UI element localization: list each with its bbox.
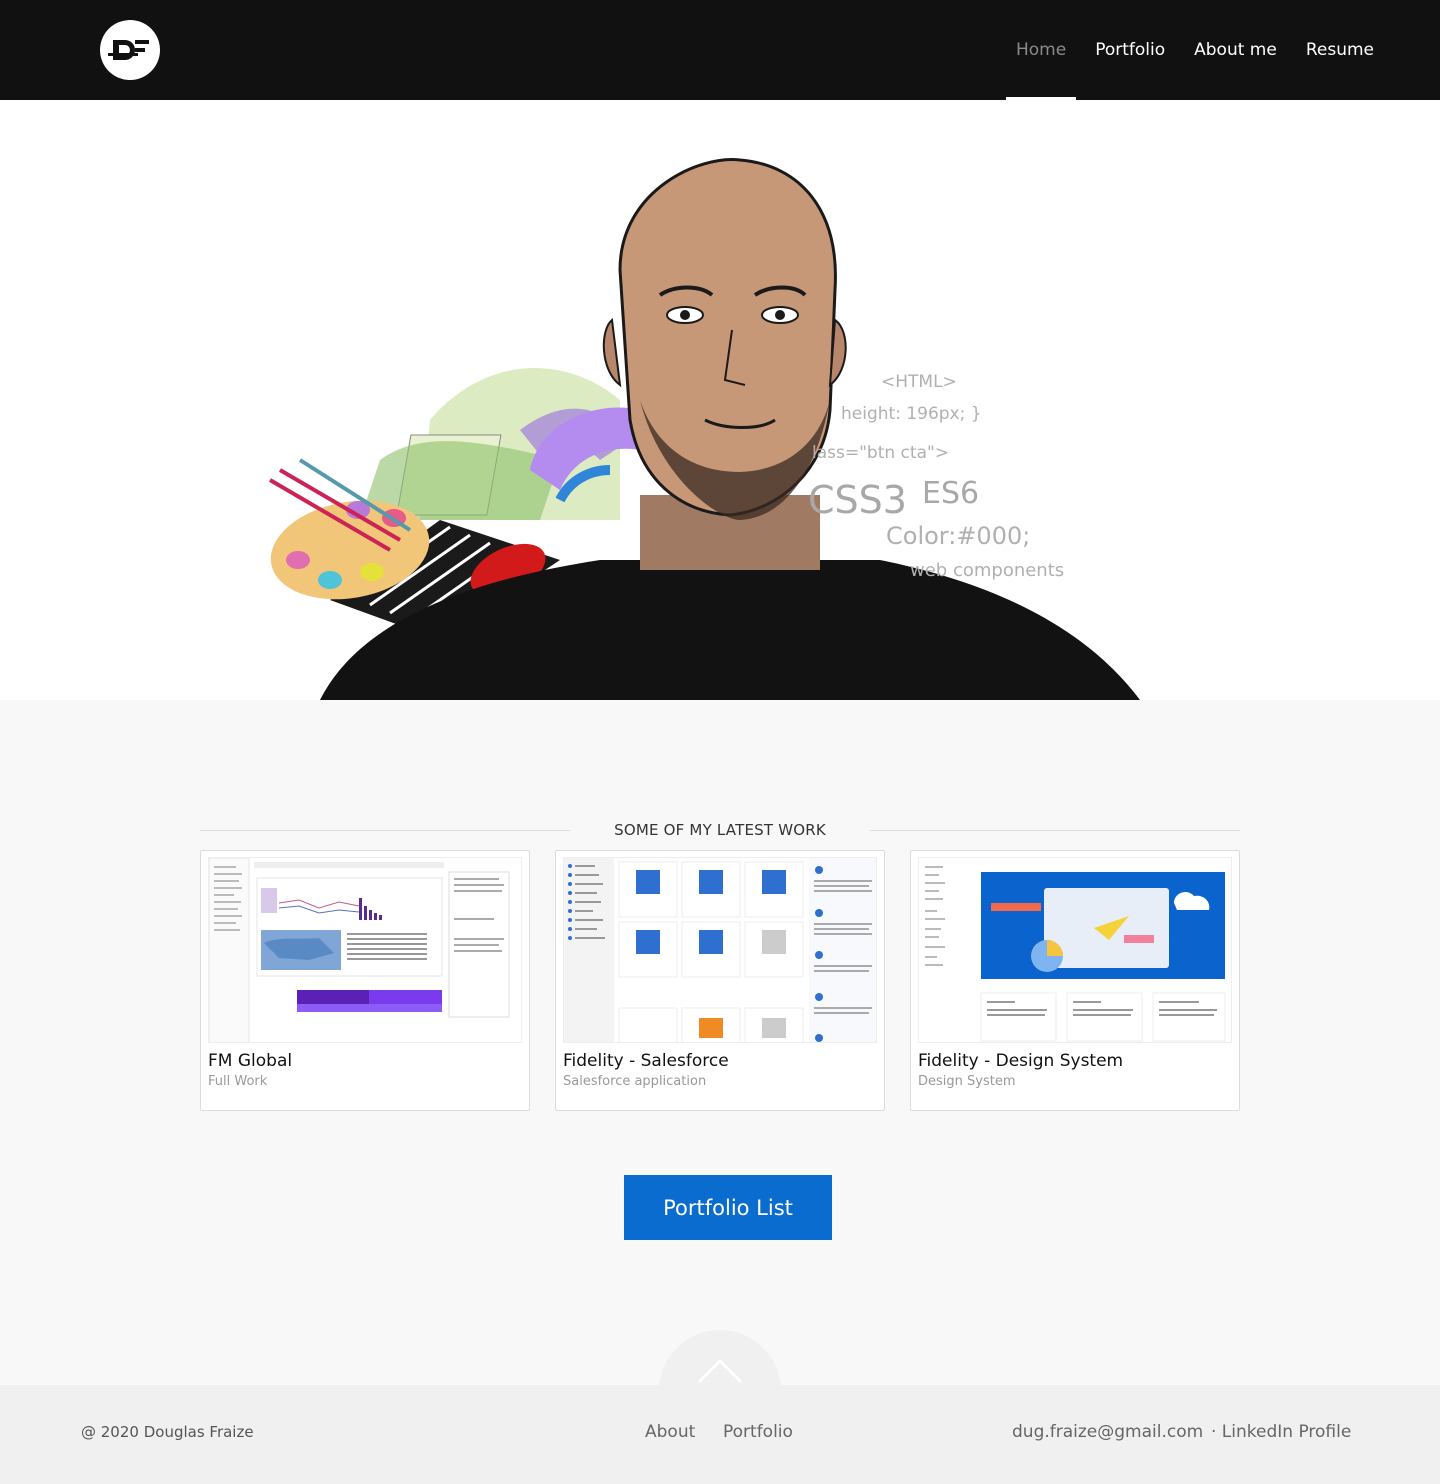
design-system-screenshot-image xyxy=(919,858,1226,1042)
code-snippet-web-components: web components xyxy=(910,560,1065,581)
work-card-fidelity-salesforce[interactable]: Fidelity - Salesforce Salesforce applica… xyxy=(555,850,885,1111)
code-snippet-es6: ES6 xyxy=(922,476,980,511)
code-snippet-color: Color:#000; xyxy=(886,522,1031,550)
latest-work-heading: SOME OF MY LATEST WORK xyxy=(200,820,1240,840)
footer-link-portfolio[interactable]: Portfolio xyxy=(723,1422,793,1442)
df-logo-icon xyxy=(108,40,149,60)
work-card-fm-global[interactable]: FM Global Full Work xyxy=(200,850,530,1111)
work-card-fidelity-design-system[interactable]: Fidelity - Design System Design System xyxy=(910,850,1240,1111)
footer-link-about[interactable]: About xyxy=(645,1422,695,1442)
card-subtitle: Salesforce application xyxy=(563,1074,707,1089)
copyright-text: @ 2020 Douglas Fraize xyxy=(81,1423,254,1441)
site-logo[interactable] xyxy=(100,20,160,80)
fidelity-design-system-thumbnail xyxy=(918,857,1232,1043)
card-title: Fidelity - Salesforce xyxy=(563,1051,729,1071)
card-title: Fidelity - Design System xyxy=(918,1051,1124,1071)
portfolio-list-button[interactable]: Portfolio List xyxy=(624,1175,832,1240)
code-snippet-class: lass="btn cta"> xyxy=(812,443,950,463)
code-snippet-height: height: 196px; } xyxy=(841,404,982,424)
work-cards: FM Global Full Work Fidelity - Salesforc… xyxy=(200,850,1240,1111)
card-subtitle: Design System xyxy=(918,1074,1016,1089)
dashboard-screenshot-image xyxy=(209,858,510,1042)
site-footer: @ 2020 Douglas Fraize About Portfolio du… xyxy=(0,1385,1440,1484)
card-subtitle: Full Work xyxy=(208,1074,268,1089)
nav-about-me[interactable]: About me xyxy=(1194,0,1277,100)
nav-resume[interactable]: Resume xyxy=(1306,0,1374,100)
section-title: SOME OF MY LATEST WORK xyxy=(614,821,826,839)
footer-link-linkedin[interactable]: · LinkedIn Profile xyxy=(1211,1422,1351,1442)
salesforce-app-screenshot-image xyxy=(564,858,876,1042)
divider-right xyxy=(869,829,1240,831)
card-title: FM Global xyxy=(208,1051,293,1071)
fidelity-salesforce-thumbnail xyxy=(563,857,877,1043)
hero-banner: <HTML> height: 196px; } lass="btn cta"> … xyxy=(0,100,1440,700)
code-snippet-html: <HTML> xyxy=(881,372,957,392)
hero-illustration xyxy=(268,158,1140,700)
top-navigation-bar: Home Portfolio About me Resume xyxy=(0,0,1440,100)
footer-link-email[interactable]: dug.fraize@gmail.com xyxy=(1012,1422,1203,1442)
code-snippet-css3: CSS3 xyxy=(808,478,907,522)
fm-global-thumbnail xyxy=(208,857,522,1043)
nav-home[interactable]: Home xyxy=(1005,0,1077,100)
chevron-up-icon xyxy=(697,1358,743,1384)
divider-left xyxy=(200,829,571,831)
main-nav: Home Portfolio About me Resume xyxy=(987,0,1374,100)
nav-portfolio[interactable]: Portfolio xyxy=(1095,0,1165,100)
